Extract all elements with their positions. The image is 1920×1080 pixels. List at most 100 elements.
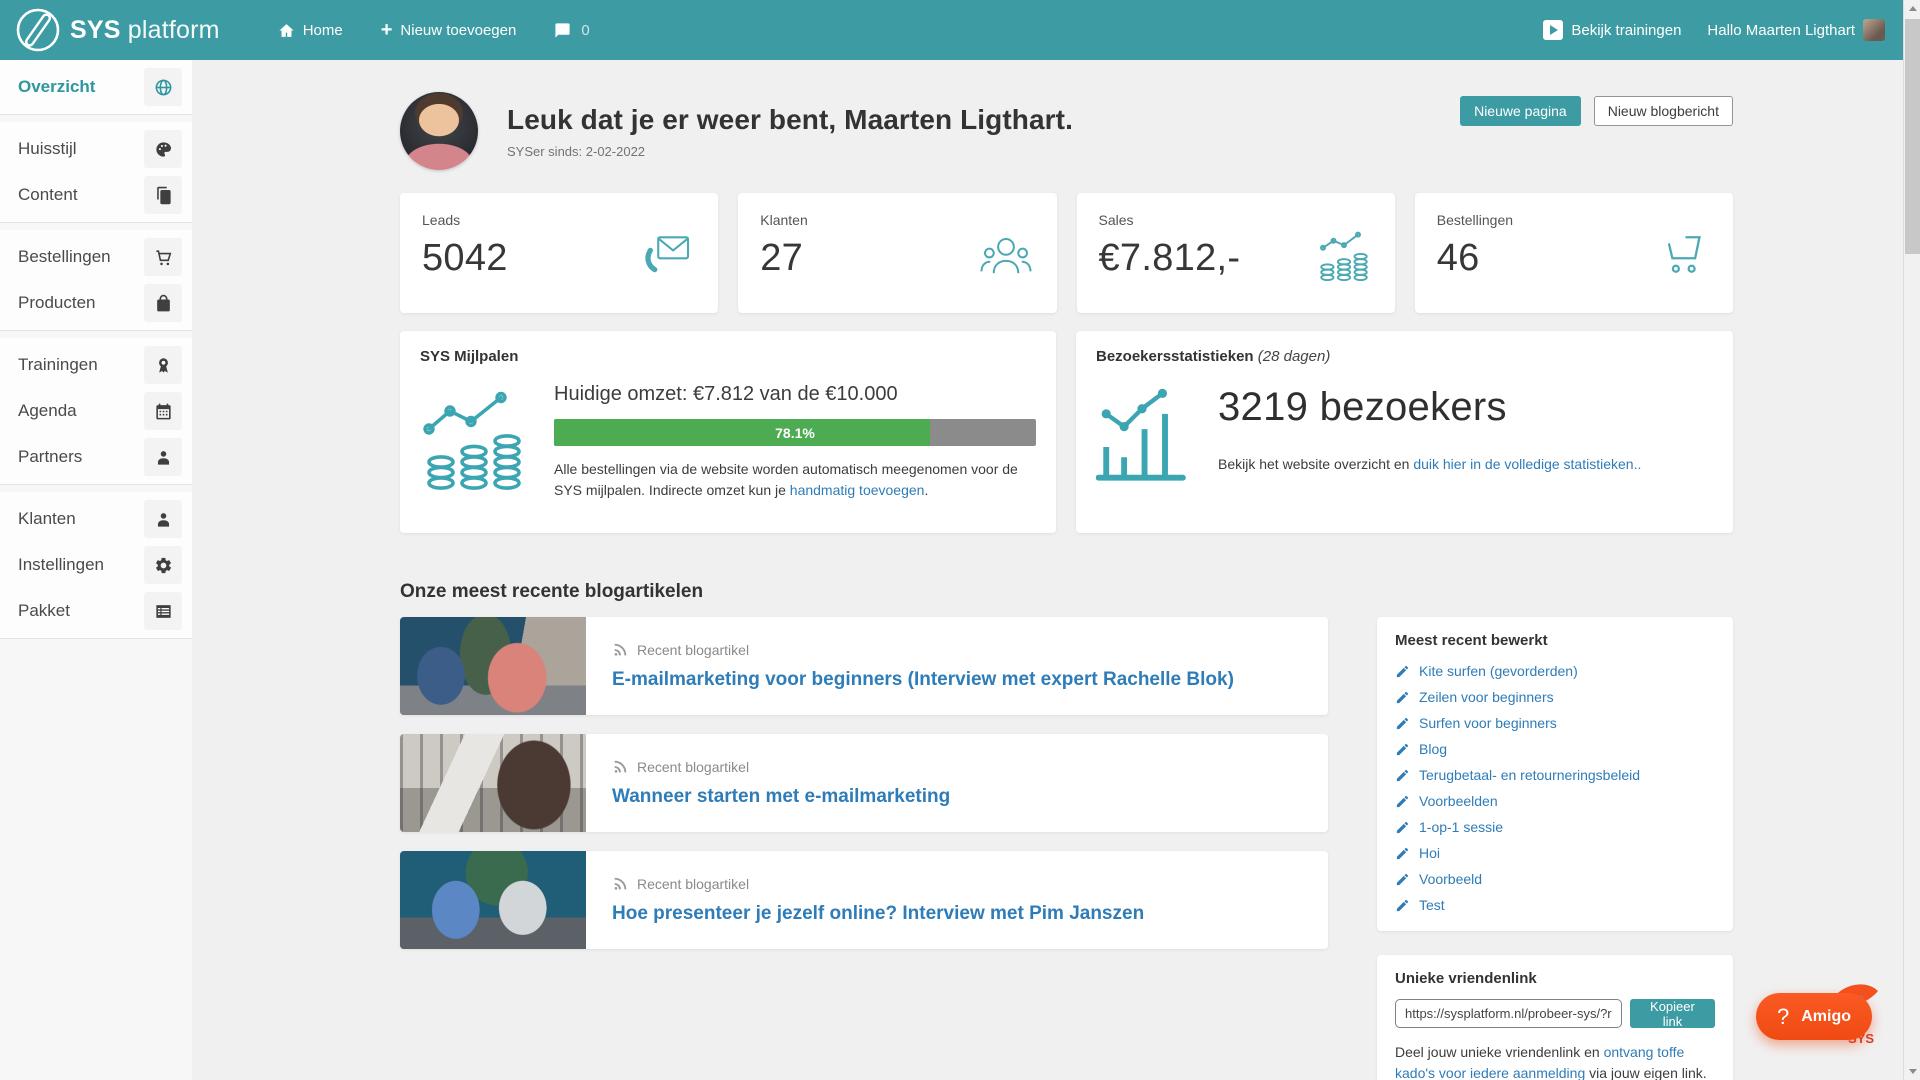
recently-edited-link[interactable]: Surfen voor beginners bbox=[1419, 715, 1557, 731]
scrollbar-thumb[interactable] bbox=[1905, 19, 1920, 254]
scroll-down-arrow[interactable] bbox=[1904, 1063, 1920, 1080]
copy-link-button[interactable]: Kopieer link bbox=[1629, 999, 1715, 1029]
article-title[interactable]: Hoe presenteer je jezelf online? Intervi… bbox=[612, 903, 1144, 925]
recently-edited-item[interactable]: Voorbeelden bbox=[1395, 788, 1715, 814]
blog-article[interactable]: Recent blogartikel Wanneer starten met e… bbox=[400, 734, 1328, 832]
pencil-icon bbox=[1396, 899, 1409, 911]
bar-chart-icon bbox=[1095, 375, 1188, 496]
recently-edited-link[interactable]: Hoi bbox=[1419, 845, 1440, 861]
brand-logo[interactable]: SYS platform bbox=[14, 6, 220, 54]
nav-view-trainings[interactable]: Bekijk trainingen bbox=[1543, 20, 1681, 40]
coins-chart-icon bbox=[420, 375, 528, 500]
stat-card-bestellingen: Bestellingen 46 bbox=[1414, 193, 1733, 313]
recently-edited-link[interactable]: Blog bbox=[1419, 741, 1447, 757]
sidebar-item-content[interactable]: Content bbox=[0, 172, 192, 218]
sidebar-item-producten[interactable]: Producten bbox=[0, 280, 192, 326]
play-icon bbox=[1543, 20, 1564, 40]
recently-edited-item[interactable]: Terugbetaal- en retourneringsbeleid bbox=[1395, 762, 1715, 788]
sidebar-item-trainingen[interactable]: Trainingen bbox=[0, 342, 192, 388]
blog-article[interactable]: Recent blogartikel Hoe presenteer je jez… bbox=[400, 851, 1328, 949]
pencil-icon bbox=[1396, 847, 1409, 859]
recently-edited-item[interactable]: 1-op-1 sessie bbox=[1395, 814, 1715, 840]
page-title: Leuk dat je er weer bent, Maarten Ligtha… bbox=[507, 103, 1073, 135]
home-icon bbox=[279, 23, 294, 37]
progress-percentage: 78.1% bbox=[775, 424, 815, 441]
friend-link-input[interactable] bbox=[1395, 999, 1622, 1028]
recently-edited-link[interactable]: Test bbox=[1419, 897, 1445, 913]
stat-card-leads: Leads 5042 bbox=[400, 193, 719, 313]
palette-icon bbox=[144, 130, 182, 168]
blog-articles-list: Recent blogartikel E-mailmarketing voor … bbox=[400, 617, 1328, 968]
recently-edited-item[interactable]: Zeilen voor beginners bbox=[1395, 684, 1715, 710]
second-row: SYS Mijlpalen Huidige omzet: €7.812 van … bbox=[400, 331, 1733, 533]
sidebar-group: Trainingen Agenda Partners bbox=[0, 338, 192, 485]
pencil-icon bbox=[1396, 717, 1409, 729]
article-thumbnail bbox=[400, 617, 586, 715]
table-icon bbox=[144, 592, 182, 630]
milestone-note: Alle bestellingen via de website worden … bbox=[554, 461, 1018, 498]
full-statistics-link[interactable]: duik hier in de volledige statistieken.. bbox=[1413, 456, 1641, 472]
member-since: SYSer sinds: 2-02-2022 bbox=[507, 143, 646, 159]
recently-edited-link[interactable]: Zeilen voor beginners bbox=[1419, 689, 1554, 705]
sidebar-item-huisstijl[interactable]: Huisstijl bbox=[0, 126, 192, 172]
recently-edited-link[interactable]: Kite surfen (gevorderden) bbox=[1419, 663, 1578, 679]
recently-edited-item[interactable]: Surfen voor beginners bbox=[1395, 710, 1715, 736]
article-title[interactable]: E-mailmarketing voor beginners (Intervie… bbox=[612, 669, 1234, 691]
blog-article[interactable]: Recent blogartikel E-mailmarketing voor … bbox=[400, 617, 1328, 715]
friend-link-note: Deel jouw unieke vriendenlink en ontvang… bbox=[1395, 1044, 1707, 1080]
nav-chat[interactable]: 0 bbox=[554, 21, 590, 39]
sidebar-item-pakket[interactable]: Pakket bbox=[0, 588, 192, 634]
article-thumbnail bbox=[400, 734, 586, 832]
recently-edited-link[interactable]: Voorbeeld bbox=[1419, 871, 1482, 887]
scroll-up-arrow[interactable] bbox=[1904, 0, 1920, 17]
right-column: Meest recent bewerkt Kite surfen (gevord… bbox=[1377, 617, 1733, 1080]
calendar-icon bbox=[144, 392, 182, 430]
manual-revenue-link[interactable]: handmatig toevoegen bbox=[790, 482, 925, 498]
user-avatar bbox=[1863, 19, 1885, 41]
sidebar-item-klanten[interactable]: Klanten bbox=[0, 496, 192, 542]
recently-edited-item[interactable]: Kite surfen (gevorderden) bbox=[1395, 658, 1715, 684]
recently-edited-item[interactable]: Voorbeeld bbox=[1395, 866, 1715, 892]
new-page-button[interactable]: Nieuwe pagina bbox=[1460, 96, 1581, 126]
recently-edited-item[interactable]: Test bbox=[1395, 892, 1715, 918]
rss-icon bbox=[614, 877, 627, 890]
recently-edited-item[interactable]: Hoi bbox=[1395, 840, 1715, 866]
recently-edited-link[interactable]: Voorbeelden bbox=[1419, 793, 1498, 809]
nav-user[interactable]: Hallo Maarten Ligthart bbox=[1707, 19, 1885, 41]
cart-icon bbox=[144, 238, 182, 276]
article-title[interactable]: Wanneer starten met e-mailmarketing bbox=[612, 786, 950, 808]
sidebar-item-agenda[interactable]: Agenda bbox=[0, 388, 192, 434]
new-blogpost-button[interactable]: Nieuw blogbericht bbox=[1593, 96, 1733, 126]
current-revenue: Huidige omzet: €7.812 van de €10.000 bbox=[554, 383, 898, 405]
page-scrollbar[interactable] bbox=[1903, 0, 1920, 1080]
sidebar-item-overzicht[interactable]: Overzicht bbox=[0, 64, 192, 110]
visitors-title: Bezoekersstatistieken (28 dagen) bbox=[1096, 348, 1331, 365]
friend-link-title: Unieke vriendenlink bbox=[1395, 970, 1537, 987]
nav-home[interactable]: Home bbox=[278, 22, 343, 39]
navbar-right: Bekijk trainingen Hallo Maarten Ligthart bbox=[1543, 19, 1885, 41]
sidebar-item-bestellingen[interactable]: Bestellingen bbox=[0, 234, 192, 280]
visitors-count: 3219 bezoekers bbox=[1218, 385, 1507, 429]
amigo-help-button[interactable]: ? Amigo bbox=[1756, 993, 1872, 1040]
nav-add-new[interactable]: + Nieuw toevoegen bbox=[381, 20, 517, 40]
main-content: Leuk dat je er weer bent, Maarten Ligtha… bbox=[192, 60, 1903, 1080]
globe-icon bbox=[144, 68, 182, 106]
milestones-title: SYS Mijlpalen bbox=[420, 348, 519, 365]
pencil-icon bbox=[1396, 873, 1409, 885]
recently-edited-link[interactable]: Terugbetaal- en retourneringsbeleid bbox=[1419, 767, 1640, 783]
friend-link-card: Unieke vriendenlink Kopieer link Deel jo… bbox=[1377, 955, 1733, 1080]
pencil-icon bbox=[1396, 665, 1409, 677]
recently-edited-item[interactable]: Blog bbox=[1395, 736, 1715, 762]
sidebar-item-instellingen[interactable]: Instellingen bbox=[0, 542, 192, 588]
pencil-icon bbox=[1396, 691, 1409, 703]
main-nav: Home + Nieuw toevoegen 0 bbox=[278, 20, 590, 40]
sidebar-group: Huisstijl Content bbox=[0, 122, 192, 223]
rss-icon bbox=[614, 643, 627, 656]
recently-edited-link[interactable]: 1-op-1 sessie bbox=[1419, 819, 1503, 835]
coins-chart-icon bbox=[1315, 227, 1373, 288]
mail-phone-icon bbox=[638, 227, 696, 288]
milestone-progress-bar: 78.1% bbox=[554, 419, 1036, 446]
milestones-card: SYS Mijlpalen Huidige omzet: €7.812 van … bbox=[400, 331, 1056, 533]
sidebar-item-partners[interactable]: Partners bbox=[0, 434, 192, 480]
chat-count: 0 bbox=[581, 21, 590, 39]
